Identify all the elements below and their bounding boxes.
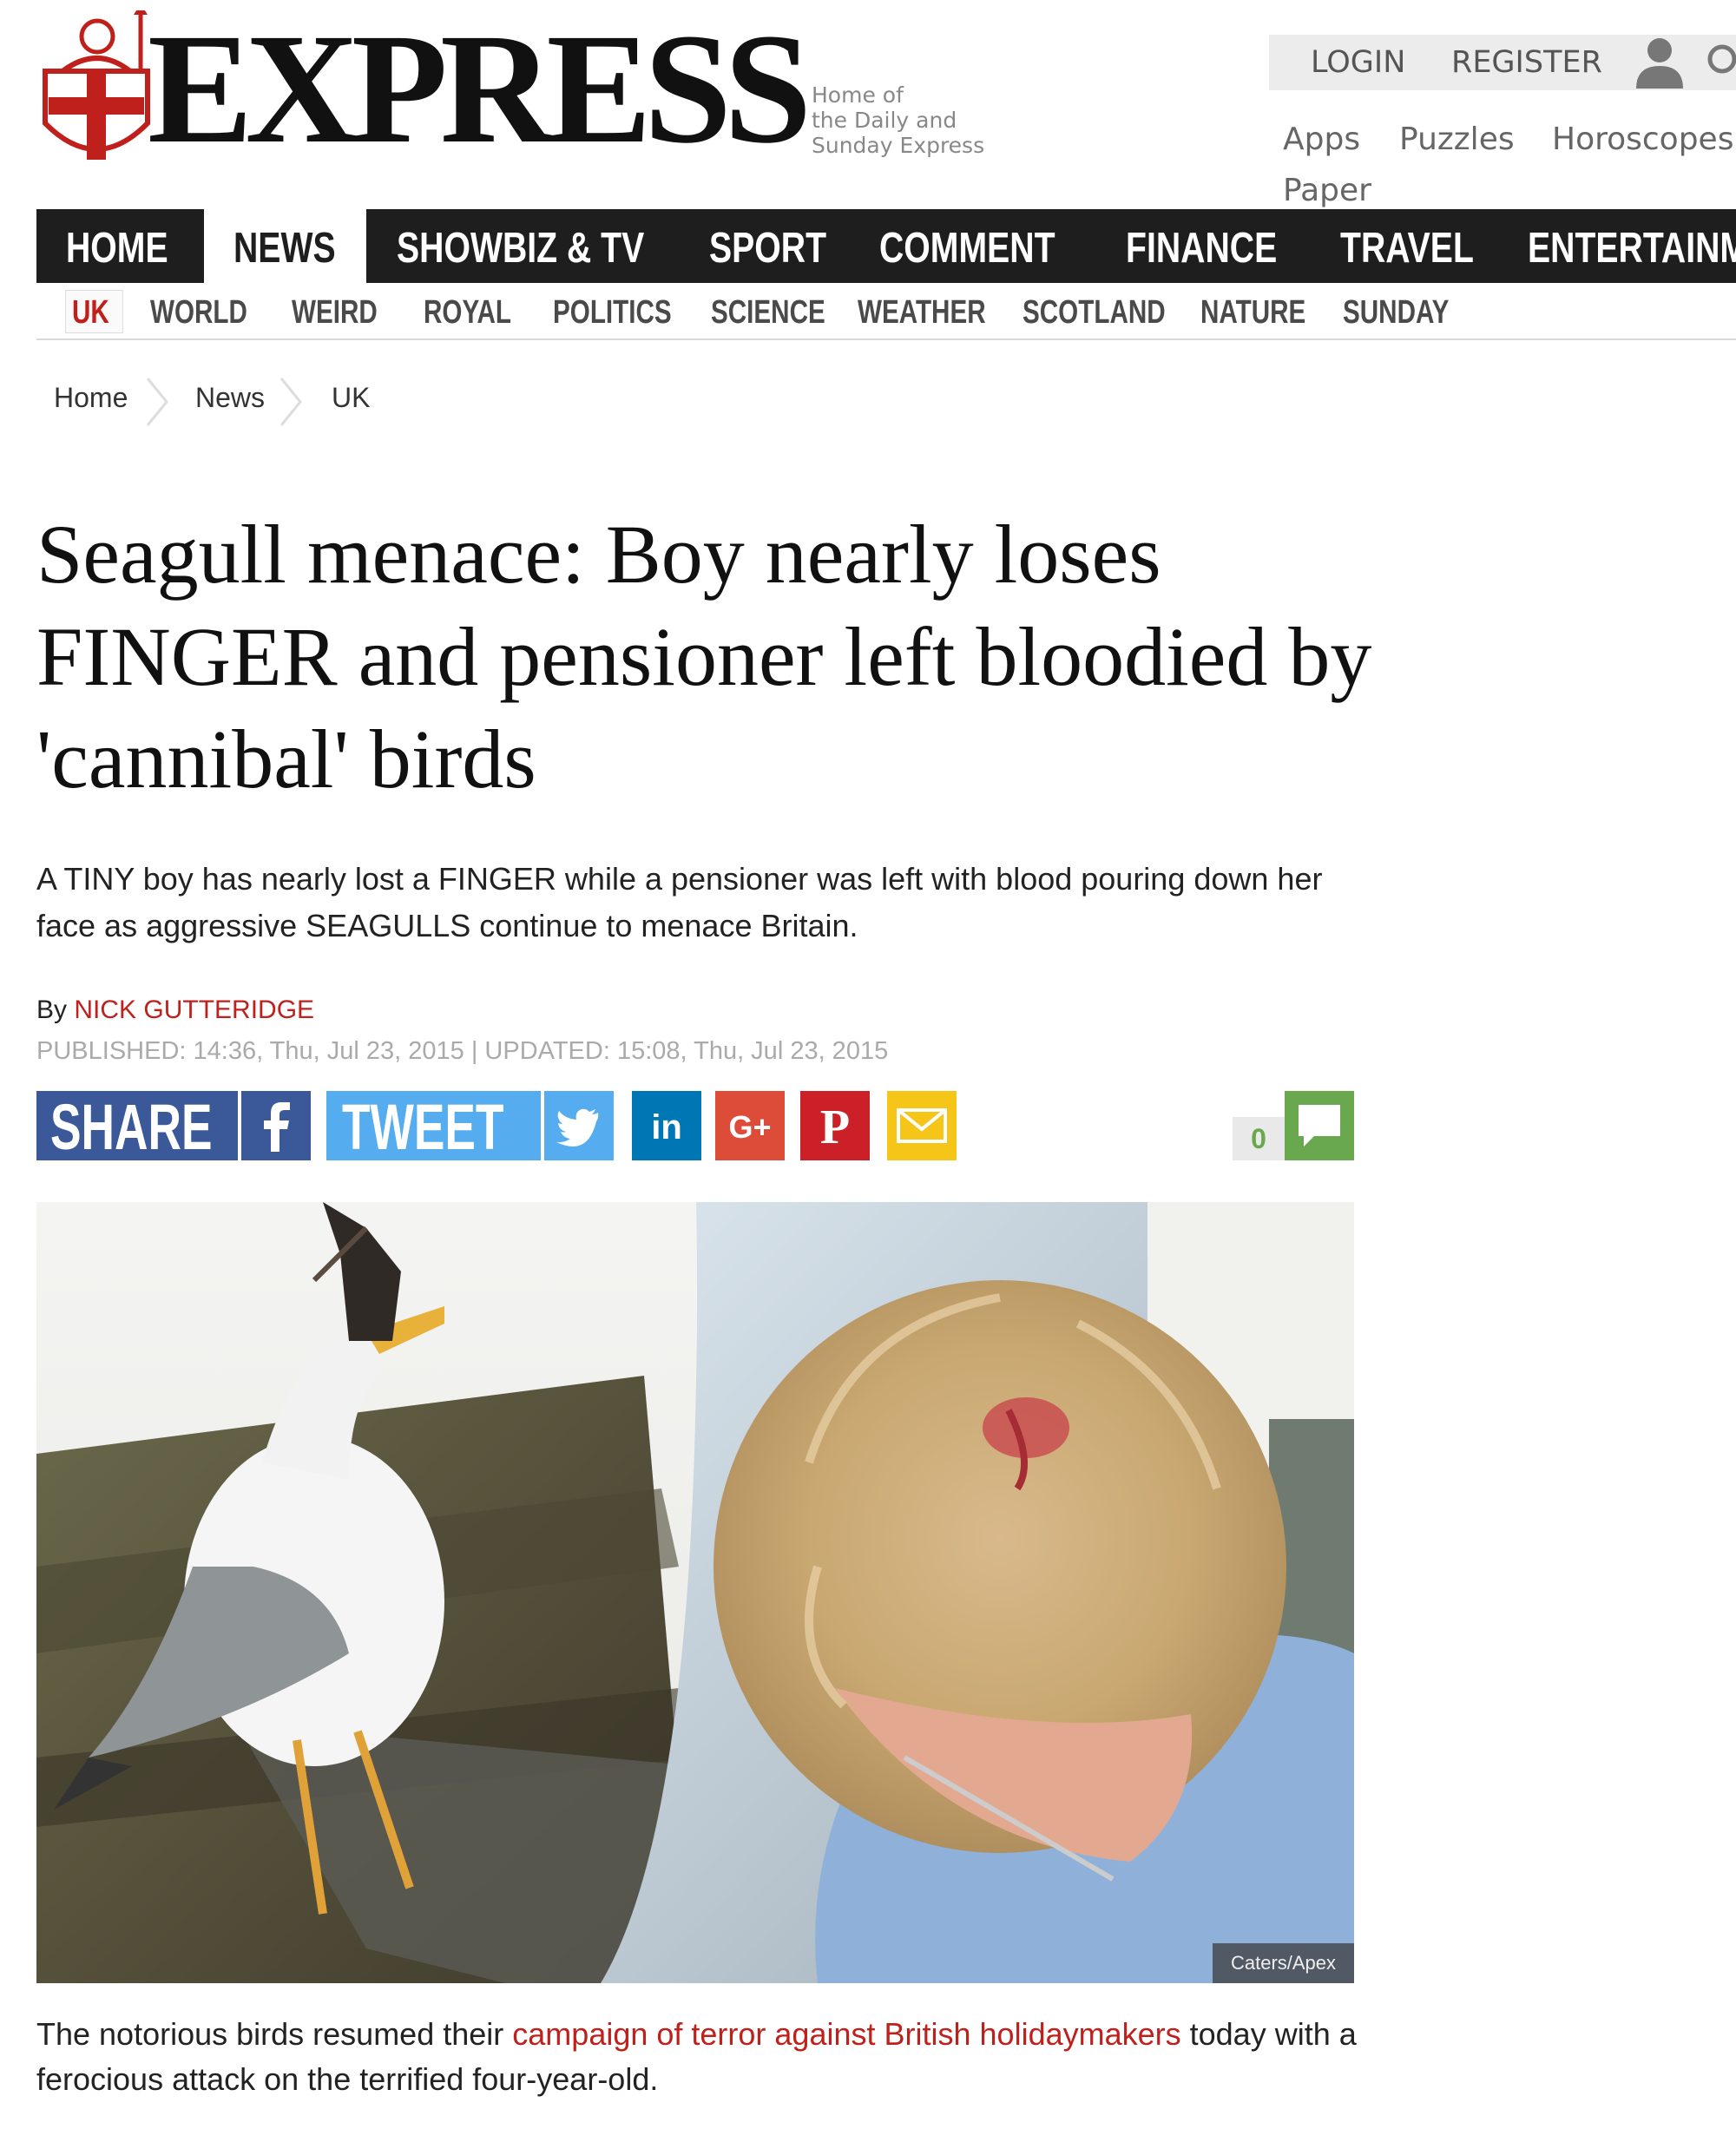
breadcrumb-chevron-icon [279, 378, 302, 426]
byline: By NICK GUTTERIDGE [36, 996, 314, 1025]
twitter-share-button[interactable]: TWEET [326, 1091, 541, 1163]
seagull-and-pensioner-image [36, 1202, 1354, 1983]
breadcrumb-uk[interactable]: UK [332, 382, 370, 414]
nav-finance[interactable]: FINANCE [1126, 209, 1277, 283]
subnav-royal[interactable]: ROYAL [424, 283, 511, 338]
photo-credit: Caters/Apex [1213, 1943, 1354, 1983]
express-wordmark[interactable]: EXPRESS [148, 7, 812, 172]
comments-icon[interactable] [1285, 1091, 1354, 1160]
register-link[interactable]: REGISTER [1451, 35, 1602, 90]
subnav-nature[interactable]: NATURE [1200, 283, 1305, 338]
nav-entertainment[interactable]: ENTERTAINMENT [1528, 209, 1736, 283]
author-link[interactable]: NICK GUTTERIDGE [74, 996, 314, 1024]
campaign-of-terror-link[interactable]: campaign of terror against British holid… [512, 2016, 1180, 2052]
paper-link[interactable]: Paper [1283, 173, 1371, 208]
subnav-world[interactable]: WORLD [150, 283, 247, 338]
email-icon[interactable] [887, 1091, 957, 1160]
subnav-sunday[interactable]: SUNDAY [1343, 283, 1449, 338]
nav-showbiz-tv[interactable]: SHOWBIZ & TV [397, 209, 644, 283]
subnav-politics[interactable]: POLITICS [553, 283, 672, 338]
article-photo[interactable]: Caters/Apex [36, 1202, 1354, 1983]
subnav-scotland[interactable]: SCOTLAND [1023, 283, 1166, 338]
linkedin-icon[interactable]: in [632, 1091, 701, 1160]
twitter-bird-icon[interactable] [544, 1091, 614, 1160]
article-standfirst: A TINY boy has nearly lost a FINGER whil… [36, 861, 1323, 943]
breadcrumb-home[interactable]: Home [54, 382, 128, 414]
article-body-paragraph: The notorious birds resumed their campai… [36, 2012, 1373, 2102]
facebook-icon[interactable] [241, 1091, 311, 1160]
user-icon[interactable] [1629, 35, 1690, 90]
primary-nav: HOME NEWS SHOWBIZ & TV SPORT COMMENT FIN… [36, 209, 1736, 286]
search-icon[interactable] [1703, 40, 1736, 83]
horoscopes-link[interactable]: Horoscopes [1552, 122, 1733, 157]
svg-text:in: in [651, 1108, 682, 1147]
secondary-nav: UK WORLD WEIRD ROYAL POLITICS SCIENCE WE… [36, 283, 1736, 340]
nav-sport[interactable]: SPORT [709, 209, 826, 283]
publish-dates: PUBLISHED: 14:36, Thu, Jul 23, 2015 | UP… [36, 1037, 889, 1065]
nav-comment[interactable]: COMMENT [879, 209, 1055, 283]
pinterest-icon[interactable]: P [800, 1091, 870, 1160]
caption-text-start: The notorious birds resumed their [36, 2016, 504, 2052]
subnav-science[interactable]: SCIENCE [711, 283, 825, 338]
google-plus-icon[interactable]: G+ [715, 1091, 785, 1160]
article-headline: Seagull menace: Boy nearly loses FINGER … [36, 508, 1372, 805]
share-bar: SHARE TWEET in G+ P 0 [36, 1091, 1354, 1163]
express-crusader-logo[interactable] [36, 10, 156, 175]
byline-prefix: By [36, 996, 68, 1024]
nav-travel[interactable]: TRAVEL [1340, 209, 1474, 283]
tweet-label: TWEET [342, 1091, 504, 1163]
account-bar: LOGIN REGISTER [1269, 35, 1736, 90]
subnav-uk[interactable]: UK [72, 283, 109, 338]
share-label: SHARE [50, 1091, 213, 1163]
apps-link[interactable]: Apps [1283, 122, 1360, 157]
login-link[interactable]: LOGIN [1311, 35, 1405, 90]
svg-text:G+: G+ [728, 1109, 771, 1145]
comment-count[interactable]: 0 [1233, 1117, 1285, 1160]
subnav-weather[interactable]: WEATHER [858, 283, 986, 338]
masthead-tagline: Home of the Daily and Sunday Express [812, 82, 985, 158]
nav-home[interactable]: HOME [66, 209, 168, 283]
breadcrumb-news[interactable]: News [195, 382, 265, 414]
svg-text:P: P [820, 1101, 850, 1154]
breadcrumb-chevron-icon [146, 378, 168, 426]
nav-news[interactable]: NEWS [233, 209, 336, 283]
puzzles-link[interactable]: Puzzles [1399, 122, 1515, 157]
facebook-share-button[interactable]: SHARE [36, 1091, 238, 1163]
subnav-weird[interactable]: WEIRD [292, 283, 378, 338]
